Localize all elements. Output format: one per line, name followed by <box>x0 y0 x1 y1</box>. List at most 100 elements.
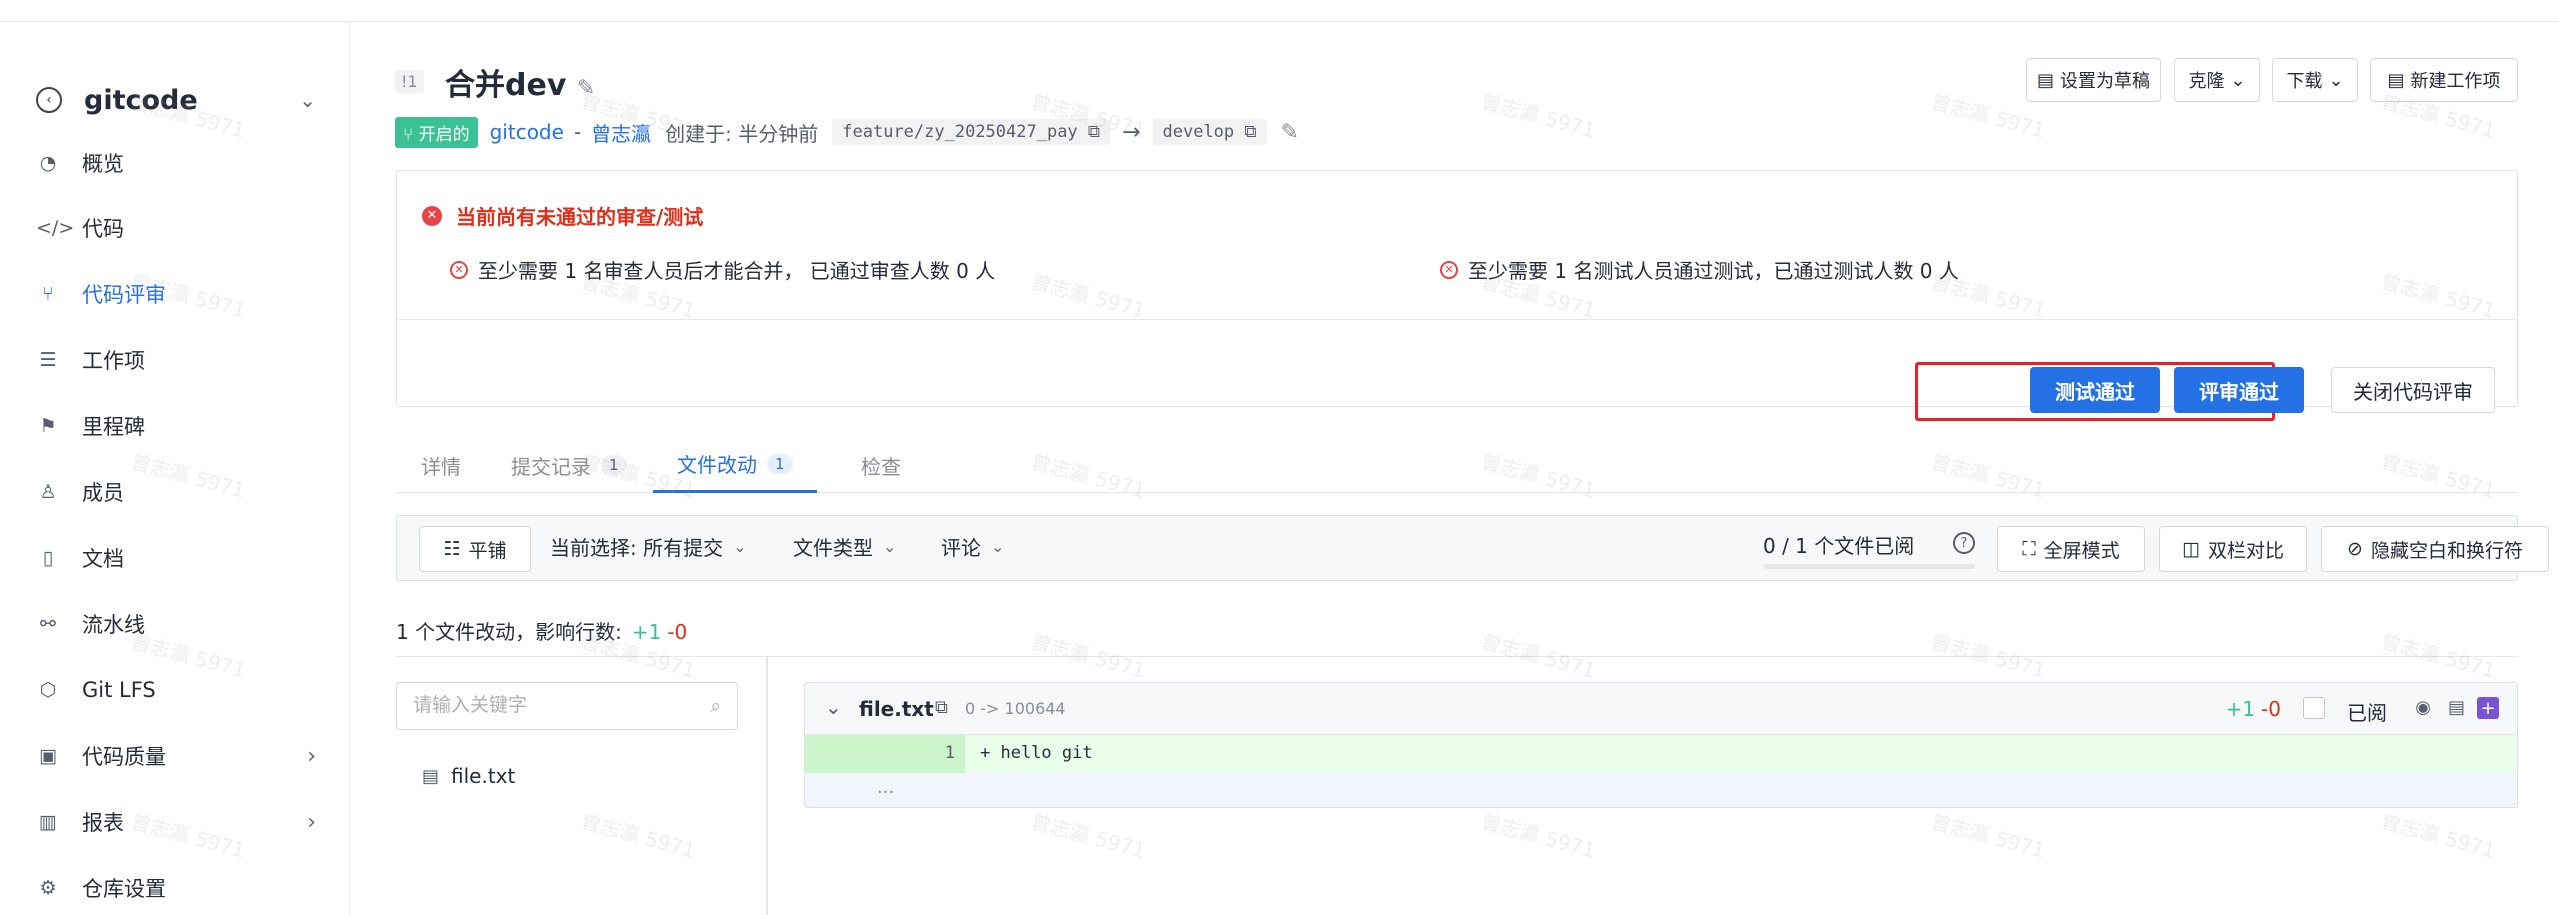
file-search[interactable]: ⌕ <box>396 682 738 730</box>
side-by-side-button[interactable]: ◫ 双栏对比 <box>2159 526 2307 572</box>
source-branch[interactable]: feature/zy_20250427_pay ⧉ <box>832 119 1111 145</box>
page-title: 合并dev ✎ <box>445 68 596 103</box>
flat-view-button[interactable]: ☷ 平铺 <box>419 526 531 572</box>
error-circle-icon: ✕ <box>450 260 468 279</box>
diff-panel: ⌄ file.txt ⧉ 0 -> 100644 +1 -0 已阅 ◉ ▤ + 1… <box>804 682 2518 808</box>
author-link[interactable]: 曾志瀛 <box>591 118 651 147</box>
test-pass-button[interactable]: 测试通过 <box>2030 367 2160 413</box>
help-icon[interactable]: ? <box>1953 532 1975 554</box>
diff-fold[interactable]: ... <box>805 773 2517 807</box>
cube-icon: ⬡ <box>39 679 57 701</box>
sidebar-item-code[interactable]: </> 代码 <box>36 208 316 248</box>
expand-icon[interactable]: ... <box>877 777 894 798</box>
edit-icon[interactable]: ✎ <box>577 76 595 101</box>
chevron-right-icon: › <box>307 743 316 769</box>
diff-line-added: 1 + hello git <box>805 735 2517 773</box>
back-icon[interactable]: ‹ <box>36 87 62 113</box>
tab-checks[interactable]: 检查 <box>861 437 901 493</box>
draft-icon: ▤ <box>2036 69 2054 91</box>
file-icon: ▤ <box>422 765 440 787</box>
file-type-dropdown[interactable]: 文件类型 ⌄ <box>793 532 896 561</box>
tab-file-changes[interactable]: 文件改动 1 <box>653 437 817 493</box>
divider <box>766 656 768 915</box>
milestone-icon: ⚑ <box>39 415 57 437</box>
target-branch[interactable]: develop ⧉ <box>1152 119 1267 145</box>
sidebar-item-settings[interactable]: ⚙ 仓库设置 <box>36 868 316 908</box>
sidebar-item-members[interactable]: ♙ 成员 <box>36 472 316 512</box>
viewed-checkbox[interactable] <box>2303 697 2325 719</box>
sidebar-item-work-items[interactable]: ☰ 工作项 <box>36 340 316 380</box>
list-icon: ☰ <box>39 349 57 371</box>
created-time: 创建于: 半分钟前 <box>665 121 819 146</box>
sidebar-item-reports[interactable]: ▥ 报表 › <box>36 802 316 842</box>
viewed-label: 已阅 <box>2347 701 2387 725</box>
repo-switcher[interactable]: ‹ gitcode ⌄ <box>36 80 316 120</box>
dashboard-icon: ◔ <box>39 152 57 174</box>
edit-branch-icon[interactable]: ✎ <box>1281 120 1299 145</box>
hide-whitespace-button[interactable]: ⊘ 隐藏空白和换行符 <box>2321 526 2549 572</box>
mr-meta: ⑂ 开启的 gitcode - 曾志瀛 创建于: 半分钟前 feature/zy… <box>395 116 1299 148</box>
tab-details[interactable]: 详情 <box>421 437 461 493</box>
merge-request-icon: ⑂ <box>42 283 54 305</box>
diff-file-name[interactable]: file.txt <box>859 697 934 721</box>
chevron-down-icon[interactable]: ⌄ <box>825 695 842 719</box>
copy-icon[interactable]: ⧉ <box>935 697 948 718</box>
viewed-progress-bar <box>1763 564 1975 569</box>
columns-icon: ◫ <box>2182 538 2200 560</box>
warning-title: ✕ 当前尚有未通过的审查/测试 <box>422 201 703 230</box>
close-review-button[interactable]: 关闭代码评审 <box>2331 367 2495 413</box>
divider <box>396 656 2518 657</box>
error-icon: ✕ <box>422 205 442 226</box>
arrow-icon: → <box>1122 119 1141 145</box>
sidebar-item-milestones[interactable]: ⚑ 里程碑 <box>36 406 316 446</box>
chevron-down-icon[interactable]: ⌄ <box>299 88 316 112</box>
eye-off-icon: ⊘ <box>2347 538 2363 560</box>
sidebar-item-git-lfs[interactable]: ⬡ Git LFS <box>36 670 316 710</box>
separator: - <box>573 120 582 144</box>
fullscreen-icon: ⛶ <box>2022 538 2036 560</box>
tab-commits[interactable]: 提交记录 1 <box>511 437 627 493</box>
status-badge: ⑂ 开启的 <box>395 116 478 148</box>
sidebar-item-pipelines[interactable]: ⚯ 流水线 <box>36 604 316 644</box>
sidebar-item-docs[interactable]: ▯ 文档 <box>36 538 316 578</box>
download-button[interactable]: 下载 ⌄ <box>2272 58 2358 102</box>
sidebar-item-code-review[interactable]: ⑂ 代码评审 <box>36 274 316 314</box>
search-icon[interactable]: ⌕ <box>710 695 721 717</box>
line-content: + hello git <box>980 743 1093 763</box>
comment-dropdown[interactable]: 评论 ⌄ <box>941 532 1004 561</box>
top-bar <box>0 0 2559 22</box>
divider <box>397 319 2517 320</box>
new-work-item-button[interactable]: ▤ 新建工作项 <box>2370 58 2518 102</box>
set-draft-button[interactable]: ▤ 设置为草稿 <box>2026 58 2161 102</box>
user-icon: ♙ <box>39 481 57 503</box>
copy-icon[interactable]: ⧉ <box>1244 122 1256 142</box>
sidebar-item-code-quality[interactable]: ▣ 代码质量 › <box>36 736 316 776</box>
error-circle-icon: ✕ <box>1440 260 1458 279</box>
code-icon: </> <box>36 217 75 239</box>
file-tree-item[interactable]: ▤ file.txt <box>422 764 515 788</box>
clone-button[interactable]: 克隆 ⌄ <box>2174 58 2260 102</box>
main-content: !1 合并dev ✎ ⑂ 开启的 gitcode - 曾志瀛 创建于: 半分钟前… <box>350 22 2559 915</box>
sidebar-item-overview[interactable]: ◔ 概览 <box>36 143 316 183</box>
diff-stats: +1 -0 <box>2225 697 2281 721</box>
chevron-right-icon: › <box>307 809 316 835</box>
chevron-down-icon: ⌄ <box>733 537 747 556</box>
pipeline-icon: ⚯ <box>40 613 56 635</box>
copy-icon[interactable]: ⧉ <box>1088 122 1100 142</box>
repo-link[interactable]: gitcode <box>490 120 564 144</box>
tab-bar: 详情 提交记录 1 文件改动 1 检查 <box>396 437 2518 493</box>
file-search-input[interactable] <box>413 683 693 727</box>
quality-icon: ▣ <box>39 745 57 767</box>
viewed-progress-text: 0 / 1 个文件已阅 <box>1763 534 1915 558</box>
plus-icon[interactable]: + <box>2477 697 2499 719</box>
commit-selection-dropdown[interactable]: 当前选择: 所有提交 ⌄ <box>550 532 747 561</box>
chevron-down-icon: ⌄ <box>883 537 897 556</box>
review-requirement: ✕ 至少需要 1 名审查人员后才能合并， 已通过审查人数 0 人 <box>450 255 995 284</box>
document-icon[interactable]: ▤ <box>2448 697 2465 718</box>
review-pass-button[interactable]: 评审通过 <box>2174 367 2304 413</box>
sidebar: ‹ gitcode ⌄ ◔ 概览 </> 代码 ⑂ 代码评审 ☰ 工作项 ⚑ 里程碑 ♙ 成… <box>0 22 350 915</box>
book-icon: ▯ <box>42 547 54 569</box>
fullscreen-button[interactable]: ⛶ 全屏模式 <box>1997 526 2145 572</box>
eye-icon[interactable]: ◉ <box>2415 697 2431 718</box>
bar-chart-icon: ▥ <box>39 811 57 833</box>
